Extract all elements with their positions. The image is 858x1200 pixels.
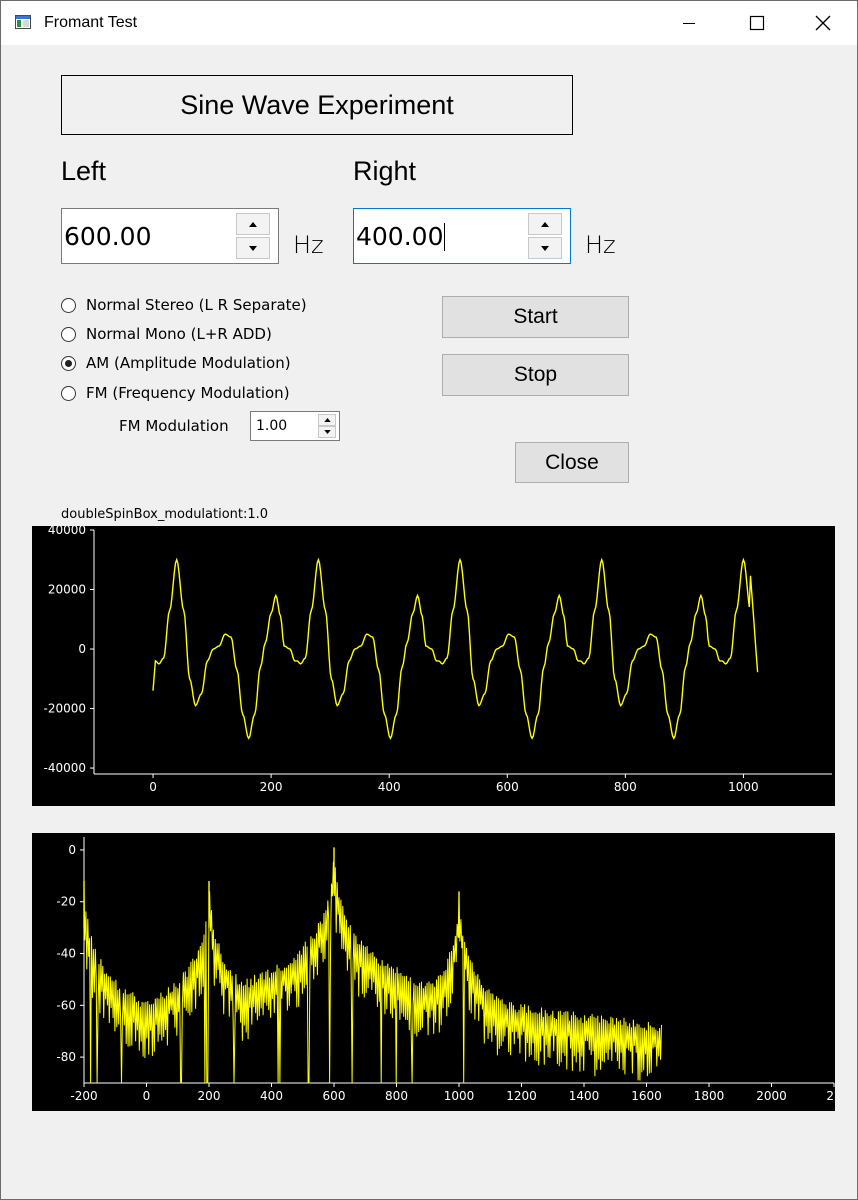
left-unit: Hz — [293, 231, 324, 259]
radio-label: Normal Mono (L+R ADD) — [86, 325, 272, 343]
radio-indicator — [61, 326, 76, 342]
caret-up-icon — [249, 221, 257, 227]
waveform-plot-svg: 40000 20000 0 -20000 -40000 0 200 400 600 800 1000 — [43, 526, 832, 794]
waveform-series — [152, 557, 759, 740]
spectrum-plot: 0 -20 -40 -60 -80 -200 0 200 400 600 800 1000 1200 14… — [32, 833, 835, 1111]
y-tick-label: -40 — [56, 947, 76, 961]
minimize-icon — [683, 23, 695, 24]
y-tick-label: -20000 — [43, 702, 86, 716]
right-increment-button[interactable] — [528, 213, 562, 235]
close-button[interactable]: Close — [515, 442, 629, 483]
right-frequency-spinbox[interactable]: 400.00 — [353, 208, 571, 264]
x-tick-label: 800 — [614, 780, 637, 794]
x-tick-label: 400 — [260, 1089, 283, 1103]
x-tick-label: 0 — [143, 1089, 151, 1103]
x-tick-label: 1200 — [506, 1089, 537, 1103]
right-frequency-value: 400.00 — [356, 222, 446, 251]
spectrum-series — [83, 861, 662, 1084]
radio-label: AM (Amplitude Modulation) — [86, 354, 291, 372]
left-increment-button[interactable] — [236, 213, 270, 235]
y-tick-label: -60 — [56, 998, 76, 1012]
radio-label: Normal Stereo (L R Separate) — [86, 296, 307, 314]
y-tick-label: 40000 — [48, 526, 86, 537]
fm-modulation-spinbox[interactable]: 1.00 — [250, 411, 340, 441]
fm-increment-button[interactable] — [318, 414, 336, 426]
x-tick-label: 600 — [496, 780, 519, 794]
caret-up-icon — [323, 418, 331, 422]
maximize-button[interactable] — [723, 1, 791, 45]
start-button[interactable]: Start — [442, 296, 629, 338]
right-unit: Hz — [585, 231, 616, 259]
right-decrement-button[interactable] — [528, 237, 562, 259]
radio-fm[interactable]: FM (Frequency Modulation) — [61, 383, 290, 403]
app-window: Fromant Test Sine Wave Experiment Left R… — [0, 0, 858, 1200]
x-tick-label: 200 — [260, 780, 283, 794]
caret-down-icon — [323, 430, 331, 434]
maximize-icon — [749, 15, 765, 31]
close-icon — [815, 15, 831, 31]
x-tick-label: 22 — [826, 1089, 835, 1103]
left-frequency-spinbox[interactable]: 600.00 — [61, 208, 279, 264]
right-label: Right — [353, 156, 417, 186]
y-tick-label: 0 — [68, 843, 76, 857]
caret-down-icon — [541, 245, 549, 251]
fm-modulation-label: FM Modulation — [119, 417, 229, 435]
text-caret — [444, 223, 446, 251]
x-tick-label: 1600 — [631, 1089, 662, 1103]
fm-decrement-button[interactable] — [318, 426, 336, 438]
spectrum-plot-svg: 0 -20 -40 -60 -80 -200 0 200 400 600 800 1000 1200 14… — [56, 837, 835, 1103]
y-tick-label: -80 — [56, 1050, 76, 1064]
radio-normal-mono[interactable]: Normal Mono (L+R ADD) — [61, 324, 272, 344]
x-tick-label: 0 — [149, 780, 157, 794]
radio-indicator — [61, 297, 76, 313]
status-text: doubleSpinBox_modulationt:1.0 — [61, 507, 269, 522]
left-decrement-button[interactable] — [236, 237, 270, 259]
title-bar[interactable]: Fromant Test — [1, 1, 857, 45]
fm-modulation-value: 1.00 — [256, 418, 288, 434]
caret-down-icon — [249, 245, 257, 251]
y-tick-label: 0 — [78, 642, 86, 656]
close-window-button[interactable] — [789, 1, 857, 45]
app-icon — [15, 15, 31, 29]
left-frequency-value: 600.00 — [64, 222, 152, 251]
x-tick-label: 1000 — [444, 1089, 475, 1103]
y-tick-label: -20 — [56, 895, 76, 909]
y-tick-label: 20000 — [48, 583, 86, 597]
radio-normal-stereo[interactable]: Normal Stereo (L R Separate) — [61, 295, 307, 315]
radio-am[interactable]: AM (Amplitude Modulation) — [61, 353, 291, 373]
radio-label: FM (Frequency Modulation) — [86, 384, 290, 402]
waveform-plot: 40000 20000 0 -20000 -40000 0 200 400 600 800 1000 — [32, 526, 835, 806]
experiment-title: Sine Wave Experiment — [61, 75, 573, 135]
left-label: Left — [61, 156, 107, 186]
stop-button[interactable]: Stop — [442, 354, 629, 396]
x-tick-label: 400 — [378, 780, 401, 794]
radio-indicator — [61, 385, 76, 401]
radio-indicator — [61, 355, 76, 371]
window-title: Fromant Test — [44, 14, 138, 31]
minimize-button[interactable] — [655, 1, 723, 45]
y-tick-label: -40000 — [43, 761, 86, 775]
x-tick-label: 2000 — [756, 1089, 787, 1103]
x-tick-label: 200 — [198, 1089, 221, 1103]
x-tick-label: -200 — [70, 1089, 97, 1103]
x-tick-label: 1000 — [728, 780, 759, 794]
x-tick-label: 800 — [385, 1089, 408, 1103]
caret-up-icon — [541, 221, 549, 227]
x-tick-label: 600 — [323, 1089, 346, 1103]
x-tick-label: 1400 — [569, 1089, 600, 1103]
x-tick-label: 1800 — [694, 1089, 725, 1103]
